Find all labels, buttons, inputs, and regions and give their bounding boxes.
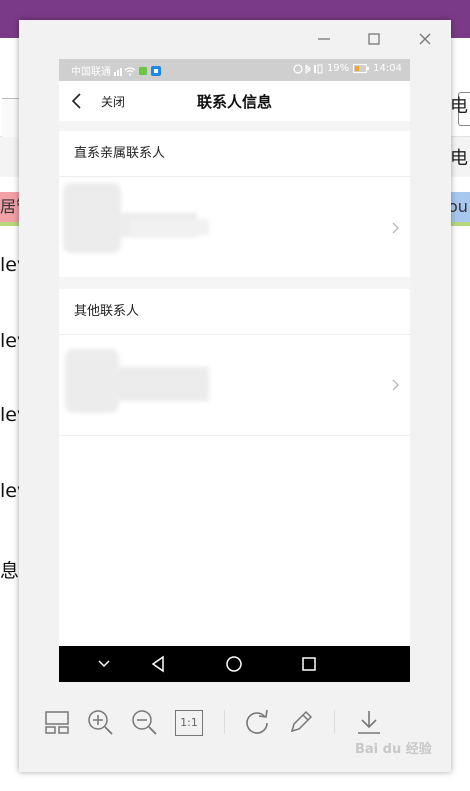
close-button[interactable] — [414, 28, 436, 50]
zoom-in-icon[interactable] — [86, 708, 114, 736]
background-text: 息 — [0, 560, 20, 582]
zoom-out-icon[interactable] — [130, 708, 158, 736]
back-nav-icon[interactable] — [151, 655, 165, 673]
background-sheet-tab[interactable]: ou — [448, 192, 470, 226]
maximize-button[interactable] — [363, 28, 385, 50]
other-contacts-card: 其他联系人 — [59, 289, 410, 646]
background-text: 电 — [450, 148, 468, 169]
toolbar-separator — [334, 710, 335, 734]
maximize-icon — [368, 33, 380, 45]
chevron-right-icon[interactable] — [390, 221, 400, 235]
download-icon[interactable] — [355, 708, 383, 736]
shield-app-icon — [151, 65, 161, 76]
recents-nav-icon[interactable] — [301, 655, 317, 673]
image-viewer-window: 中国联通 19% 14:04 关闭 联系人信息 直系亲属联系人 其他联系人 1:… — [19, 20, 451, 772]
android-navigation-bar — [59, 646, 410, 682]
row-divider — [59, 435, 410, 436]
redacted-contact-info — [129, 219, 209, 235]
toolbar-separator — [224, 710, 225, 734]
home-nav-icon[interactable] — [225, 655, 243, 673]
hide-nav-icon[interactable] — [97, 655, 111, 673]
direct-family-contacts-card: 直系亲属联系人 — [59, 131, 410, 277]
minimize-icon — [318, 38, 330, 40]
section-header: 直系亲属联系人 — [59, 131, 410, 177]
rotate-icon[interactable] — [243, 708, 271, 736]
chevron-right-icon[interactable] — [390, 378, 400, 392]
carrier-label: 中国联通 — [71, 67, 111, 78]
thumbnail-view-icon[interactable] — [43, 708, 71, 736]
alarm-bluetooth-icon — [293, 63, 323, 74]
clock-time: 14:04 — [373, 63, 402, 74]
background-text: 电 — [450, 96, 468, 117]
edit-pencil-icon[interactable] — [287, 708, 315, 736]
battery-icon — [353, 64, 370, 73]
minimize-button[interactable] — [313, 28, 335, 50]
status-bar: 中国联通 19% 14:04 — [59, 59, 410, 81]
redacted-contact-info — [99, 367, 209, 401]
battery-percent: 19% — [326, 63, 350, 74]
close-icon — [419, 33, 431, 45]
actual-size-button[interactable]: 1:1 — [175, 710, 203, 736]
section-header: 其他联系人 — [59, 289, 410, 335]
app-navbar: 关闭 联系人信息 — [59, 81, 410, 121]
page-title: 联系人信息 — [196, 93, 272, 111]
signal-wifi-icon — [114, 66, 147, 76]
watermark: Bai du 经验 — [355, 742, 432, 757]
phone-screenshot: 中国联通 19% 14:04 关闭 联系人信息 直系亲属联系人 其他联系人 — [59, 59, 410, 682]
